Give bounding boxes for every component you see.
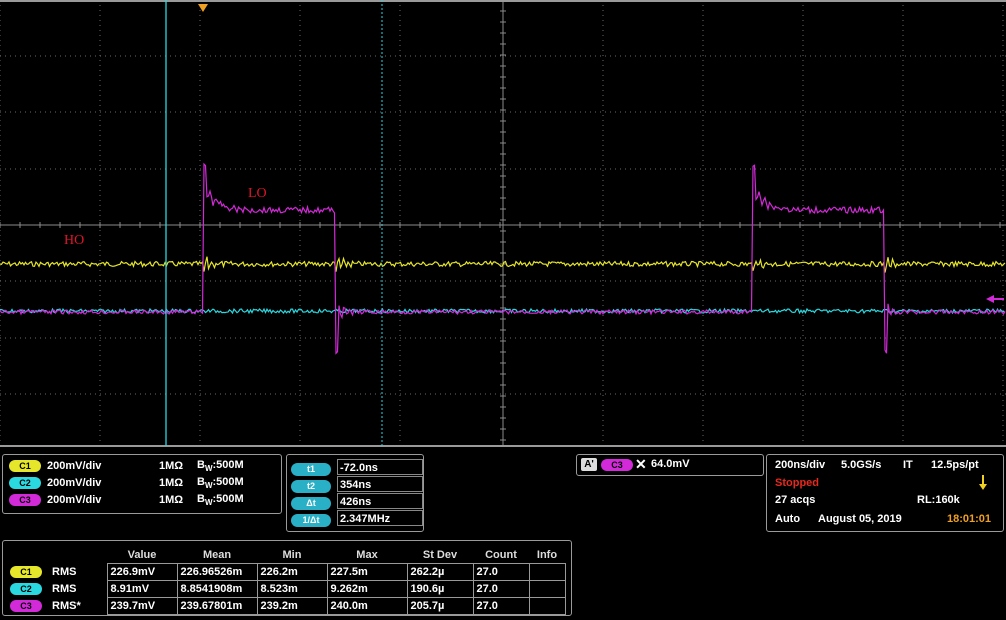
trigger-mode-badge: A' [581, 458, 597, 471]
cursor-row-t2[interactable]: t2 354ns [291, 476, 423, 493]
channel-badge[interactable]: C3 [10, 600, 42, 612]
channel-badge[interactable]: C1 [10, 566, 42, 578]
cursor-row-frequency[interactable]: 1/Δt 2.347MHz [291, 510, 423, 527]
cursor-row-t1[interactable]: t1 -72.0ns [291, 459, 423, 476]
acquisition-count: 27 acqs [775, 494, 816, 506]
column-header: Min [282, 549, 302, 561]
it-label: IT [903, 459, 913, 471]
column-header: Value [127, 549, 157, 561]
measurement-min: 239.2m [256, 597, 328, 615]
measurement-value: 8.91mV [106, 580, 178, 598]
measurement-info [528, 580, 566, 598]
cursor-value: 354ns [337, 476, 423, 492]
cursor-label[interactable]: Δt [291, 497, 331, 510]
sample-rate: 5.0GS/s [841, 459, 882, 471]
ho-label: HO [64, 233, 85, 248]
channel-row-c3[interactable]: C3 200mV/div 1MΩ BW:500M [9, 492, 244, 508]
measurement-table: Value Mean Min Max St Dev Count Info C1 … [7, 547, 566, 615]
resolution: 12.5ps/pt [931, 459, 979, 471]
trigger-panel[interactable]: A' C3 ✕ 64.0mV [576, 454, 764, 476]
column-header: St Dev [422, 549, 458, 561]
waveform-display[interactable] [0, 0, 1006, 448]
measurement-stdev: 262.2µ [406, 563, 474, 581]
acquisition-status: Stopped [775, 477, 819, 489]
measurement-value: 239.7mV [106, 597, 178, 615]
measurement-count: 27.0 [472, 597, 530, 615]
cursor-label[interactable]: t2 [291, 480, 331, 493]
measurement-row-c1[interactable]: C1 RMS 226.9mV 226.96526m 226.2m 227.5m … [7, 563, 566, 581]
column-header: Max [356, 549, 378, 561]
measurement-mean: 239.67801m [176, 597, 258, 615]
channel-badge[interactable]: C1 [9, 460, 41, 472]
channel-impedance: 1MΩ [159, 494, 184, 506]
cursor-readout-panel[interactable]: t1 -72.0ns t2 354ns Δt 426ns 1/Δt 2.347M… [286, 454, 424, 532]
channel-bandwidth: BW:500M [197, 458, 244, 474]
lo-label: LO [248, 186, 267, 201]
cursor-value: 2.347MHz [337, 510, 423, 526]
channel-scale: 200mV/div [47, 460, 102, 472]
trigger-arrow-icon [979, 475, 987, 490]
column-header: Mean [202, 549, 232, 561]
measurement-mean: 8.8541908m [176, 580, 258, 598]
measurement-max: 9.262m [326, 580, 408, 598]
measurement-type: RMS [52, 566, 77, 578]
measurement-value: 226.9mV [106, 563, 178, 581]
measurement-stdev: 190.6µ [406, 580, 474, 598]
measurement-header-row: Value Mean Min Max St Dev Count Info [7, 547, 565, 564]
slope-x-icon: ✕ [635, 456, 647, 472]
measurement-min: 226.2m [256, 563, 328, 581]
measurement-count: 27.0 [472, 580, 530, 598]
channel-row-c1[interactable]: C1 200mV/div 1MΩ BW:500M [9, 458, 244, 474]
measurement-stdev: 205.7µ [406, 597, 474, 615]
column-header: Count [485, 549, 517, 561]
measurement-row-c3[interactable]: C3 RMS* 239.7mV 239.67801m 239.2m 240.0m… [7, 597, 566, 615]
channel-settings-panel[interactable]: C1 200mV/div 1MΩ BW:500M C2 200mV/div 1M… [2, 454, 282, 514]
channel-scale: 200mV/div [47, 477, 102, 489]
channel-row-c2[interactable]: C2 200mV/div 1MΩ BW:500M [9, 475, 244, 491]
cursor-value: 426ns [337, 493, 423, 509]
trigger-mode: Auto [775, 513, 801, 525]
cursor-label[interactable]: 1/Δt [291, 514, 331, 527]
measurement-info [528, 597, 566, 615]
cursor-row-delta[interactable]: Δt 426ns [291, 493, 423, 510]
measurement-mean: 226.96526m [176, 563, 258, 581]
cursor-value: -72.0ns [337, 459, 423, 475]
measurement-type: RMS* [52, 600, 81, 612]
measurement-row-c2[interactable]: C2 RMS 8.91mV 8.8541908m 8.523m 9.262m 1… [7, 580, 566, 598]
channel-badge[interactable]: C3 [9, 494, 41, 506]
record-length: RL:160k [917, 494, 960, 506]
measurement-type: RMS [52, 583, 77, 595]
channel-impedance: 1MΩ [159, 460, 184, 472]
channel-badge[interactable]: C2 [10, 583, 42, 595]
channel-impedance: 1MΩ [159, 477, 184, 489]
measurement-count: 27.0 [472, 563, 530, 581]
channel-badge[interactable]: C2 [9, 477, 41, 489]
channel-bandwidth: BW:500M [197, 492, 244, 508]
channel-scale: 200mV/div [47, 494, 102, 506]
cursor-label[interactable]: t1 [291, 463, 331, 476]
measurement-max: 227.5m [326, 563, 408, 581]
time: 18:01:01 [947, 513, 992, 525]
channel-bandwidth: BW:500M [197, 475, 244, 491]
date: August 05, 2019 [818, 513, 902, 525]
column-header: Info [536, 549, 558, 561]
measurement-min: 8.523m [256, 580, 328, 598]
measurement-info [528, 563, 566, 581]
acquisition-panel[interactable]: 200ns/div 5.0GS/s IT 12.5ps/pt Stopped 2… [766, 454, 1004, 532]
trigger-level: 64.0mV [651, 458, 690, 470]
trigger-source-badge[interactable]: C3 [601, 459, 633, 471]
timebase: 200ns/div [775, 459, 826, 471]
measurement-max: 240.0m [326, 597, 408, 615]
measurement-panel[interactable]: Value Mean Min Max St Dev Count Info C1 … [2, 540, 572, 616]
